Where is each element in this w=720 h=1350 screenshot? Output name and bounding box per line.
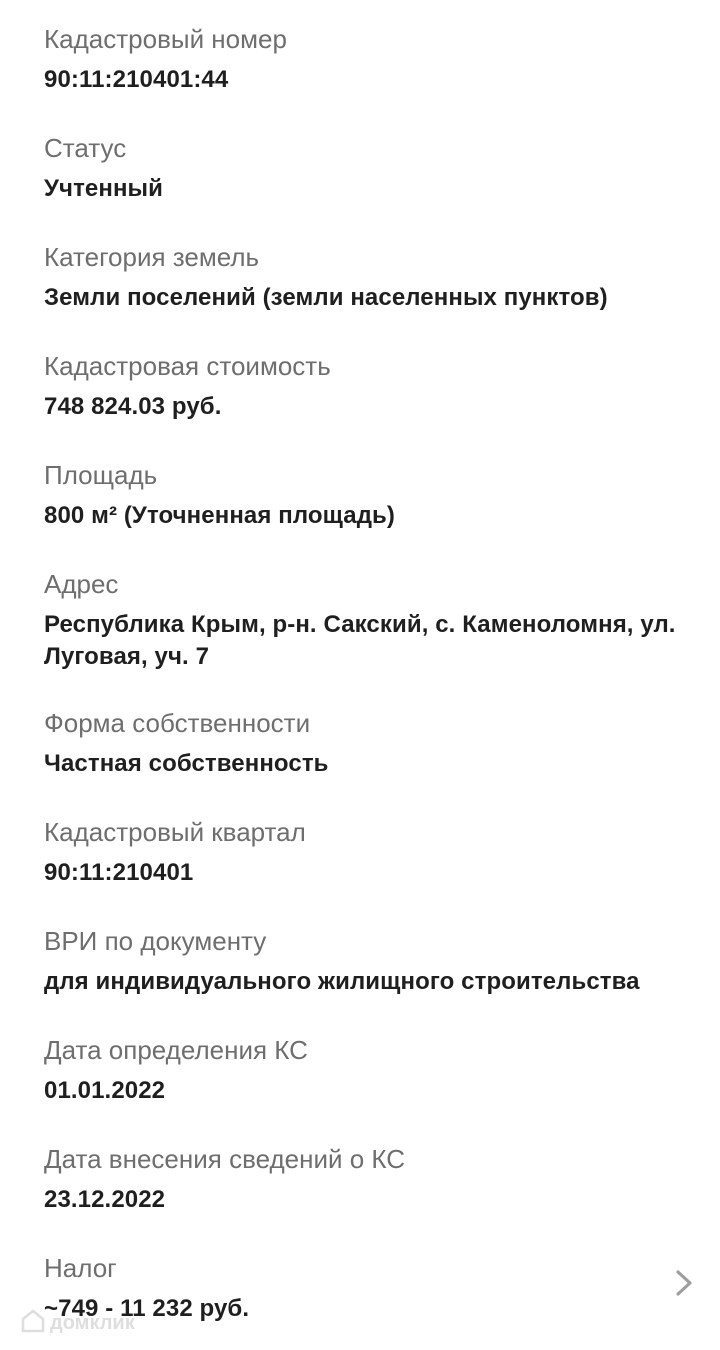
status-label: Статус — [44, 133, 127, 163]
ownership-form-field: Форма собственности Частная собственност… — [44, 706, 704, 780]
cadastral-value-value: 748 824.03 руб. — [44, 393, 222, 420]
land-category-value: Земли поселений (земли населенных пункто… — [44, 284, 608, 311]
cadastral-value-label: Кадастровая стоимость — [44, 351, 331, 381]
domclick-logo-icon — [20, 1308, 46, 1339]
permitted-use-value: для индивидуального жилищного строительс… — [44, 968, 640, 995]
ownership-form-label: Форма собственности — [44, 708, 311, 738]
cadastral-number-label: Кадастровый номер — [44, 24, 287, 54]
area-label: Площадь — [44, 460, 158, 490]
chevron-right-icon[interactable] — [670, 1264, 698, 1302]
area-field: Площадь 800 м² (Уточненная площадь) — [44, 458, 704, 532]
entry-date-label: Дата внесения сведений о КС — [44, 1144, 406, 1174]
valuation-date-label: Дата определения КС — [44, 1035, 308, 1065]
status-field: Статус Учтенный — [44, 131, 704, 205]
address-value: Республика Крым, р-н. Сакский, с. Камено… — [44, 611, 676, 670]
cadastral-number-field: Кадастровый номер 90:11:210401:44 — [44, 22, 704, 96]
tax-label: Налог — [44, 1253, 117, 1283]
address-label: Адрес — [44, 569, 119, 599]
cadastral-quarter-value: 90:11:210401 — [44, 859, 194, 886]
cadastral-value-field: Кадастровая стоимость 748 824.03 руб. — [44, 349, 704, 423]
land-category-label: Категория земель — [44, 242, 260, 272]
entry-date-value: 23.12.2022 — [44, 1186, 166, 1213]
entry-date-field: Дата внесения сведений о КС 23.12.2022 — [44, 1142, 704, 1216]
address-field: Адрес Республика Крым, р-н. Сакский, с. … — [44, 567, 708, 673]
cadastral-quarter-field: Кадастровый квартал 90:11:210401 — [44, 815, 704, 889]
cadastral-quarter-label: Кадастровый квартал — [44, 817, 306, 847]
valuation-date-field: Дата определения КС 01.01.2022 — [44, 1033, 704, 1107]
permitted-use-label: ВРИ по документу — [44, 926, 267, 956]
area-value: 800 м² (Уточненная площадь) — [44, 502, 395, 529]
tax-value: ~749 - 11 232 руб. — [44, 1295, 250, 1322]
land-category-field: Категория земель Земли поселений (земли … — [44, 240, 704, 314]
permitted-use-field: ВРИ по документу для индивидуального жил… — [44, 924, 704, 998]
cadastral-number-value: 90:11:210401:44 — [44, 66, 229, 93]
valuation-date-value: 01.01.2022 — [44, 1077, 166, 1104]
status-value: Учтенный — [44, 175, 164, 202]
ownership-form-value: Частная собственность — [44, 750, 329, 777]
tax-field[interactable]: Налог ~749 - 11 232 руб. — [44, 1251, 650, 1325]
